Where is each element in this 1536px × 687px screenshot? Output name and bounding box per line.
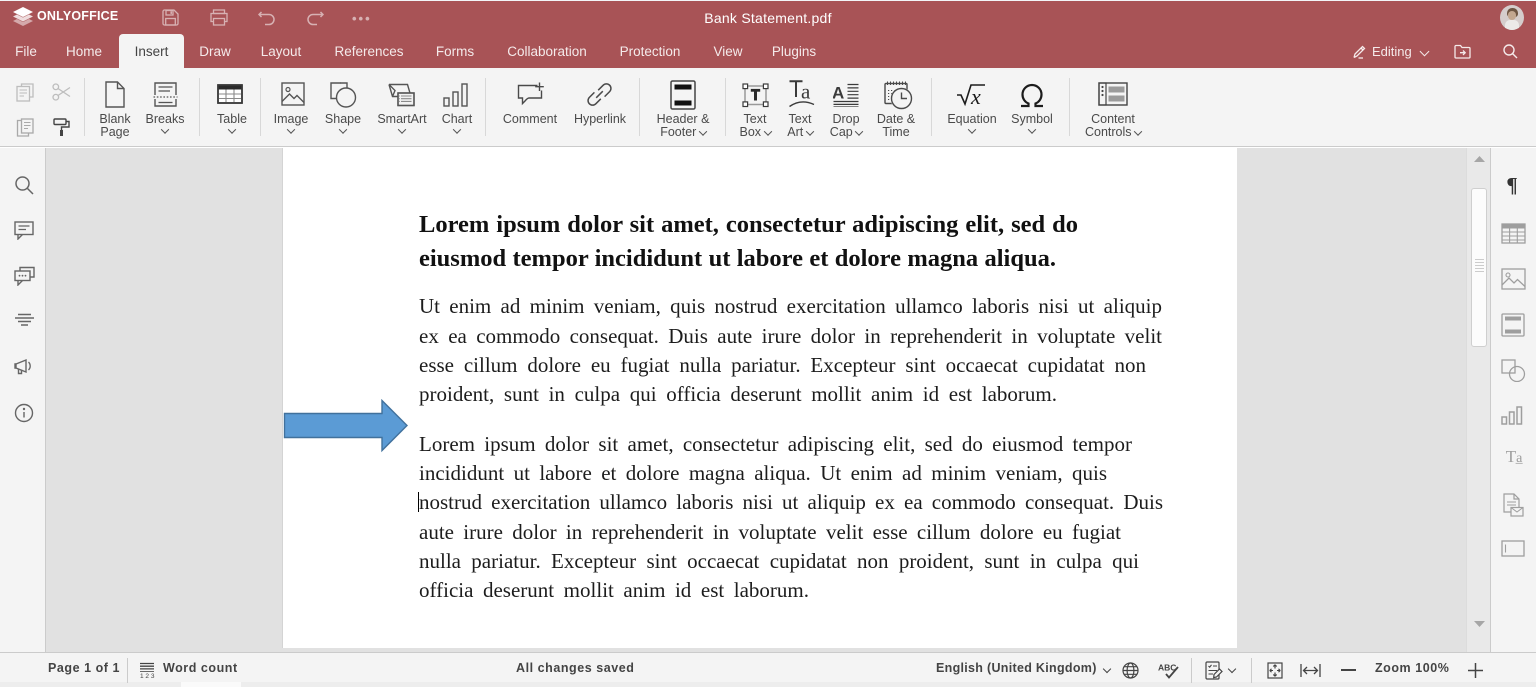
svg-text:a: a bbox=[801, 80, 811, 104]
svg-text:1 2 3: 1 2 3 bbox=[140, 673, 155, 678]
svg-text:A: A bbox=[833, 84, 844, 103]
svg-text:x: x bbox=[970, 84, 981, 107]
